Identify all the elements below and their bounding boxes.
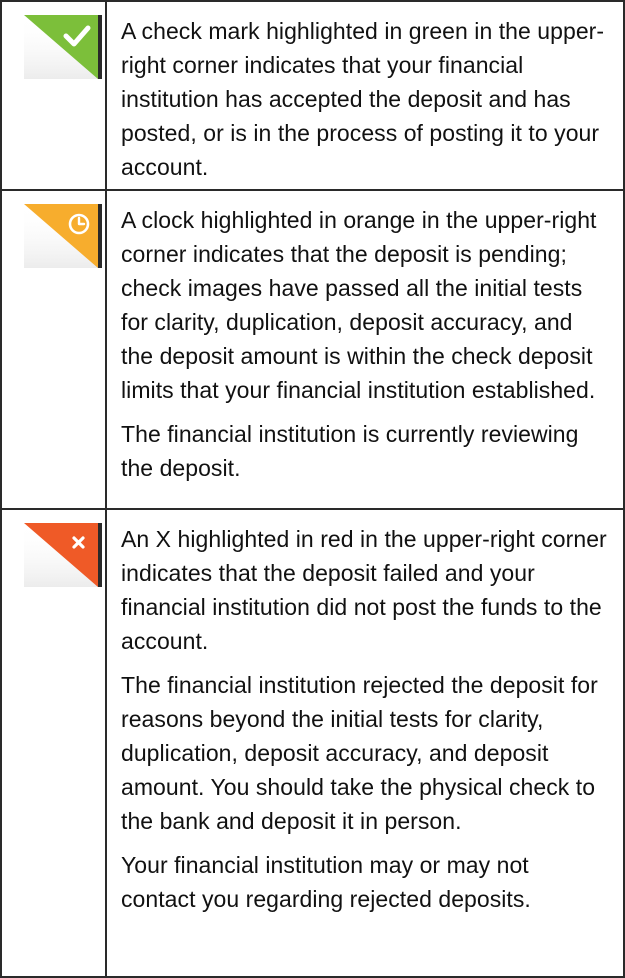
- icon-cell: [2, 191, 107, 508]
- status-description: A check mark highlighted in green in the…: [107, 2, 623, 189]
- icon-cell: [2, 510, 107, 978]
- status-text: The financial institution is currently r…: [121, 421, 579, 481]
- clock-icon: [24, 204, 102, 268]
- x-icon: [24, 523, 102, 587]
- check-mark-icon: [24, 15, 102, 79]
- status-text: An X highlighted in red in the upper-rig…: [121, 526, 607, 654]
- status-row-pending: A clock highlighted in orange in the upp…: [2, 191, 623, 510]
- icon-cell: [2, 2, 107, 189]
- status-text: A clock highlighted in orange in the upp…: [121, 207, 597, 403]
- status-row-rejected: An X highlighted in red in the upper-rig…: [2, 510, 623, 978]
- status-text: The financial institution rejected the d…: [121, 672, 598, 834]
- status-description: An X highlighted in red in the upper-rig…: [107, 510, 623, 978]
- status-text: A check mark highlighted in green in the…: [121, 18, 605, 180]
- status-row-accepted: A check mark highlighted in green in the…: [2, 2, 623, 191]
- status-text: Your financial institution may or may no…: [121, 852, 531, 912]
- deposit-status-table: A check mark highlighted in green in the…: [0, 0, 625, 978]
- status-description: A clock highlighted in orange in the upp…: [107, 191, 623, 508]
